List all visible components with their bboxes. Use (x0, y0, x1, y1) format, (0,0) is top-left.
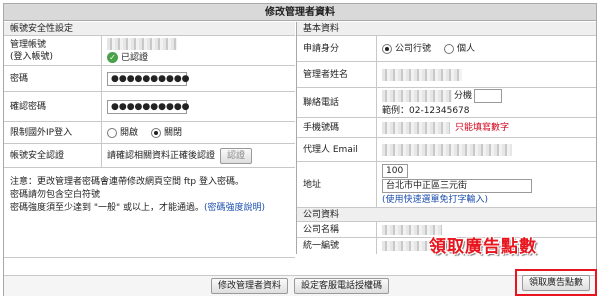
manager-name-input[interactable] (382, 68, 462, 81)
password-label: 密碼 (4, 66, 102, 91)
ad-points-highlight: 領取廣告點數 (515, 269, 597, 296)
restrict-ip-off-radio[interactable]: 關閉 (151, 127, 182, 139)
confirm-password-input[interactable]: ●●●●●●●●●● (107, 99, 190, 114)
support-auth-button[interactable]: 設定客服電話授權碼 (294, 278, 390, 294)
password-strength-link[interactable]: (密碼強度說明) (204, 203, 265, 213)
password-row: 密碼 ●●●●●●●●●● (4, 66, 295, 92)
radio-icon (107, 127, 117, 138)
agent-email-input[interactable] (382, 143, 512, 156)
phone-input[interactable] (382, 89, 452, 102)
ext-input[interactable] (474, 88, 503, 103)
phone-label: 聯絡電話 (297, 88, 377, 117)
security-section-title: 帳號安全性設定 (4, 22, 295, 36)
agent-email-label: 代理人 Email (297, 138, 377, 161)
mobile-label: 手機號碼 (297, 118, 377, 137)
password-input[interactable]: ●●●●●●●●●● (107, 71, 190, 86)
mobile-input[interactable] (382, 121, 450, 134)
company-name-label: 公司名稱 (297, 222, 377, 237)
identity-personal-radio[interactable]: 個人 (444, 43, 475, 55)
password-notes: 注意：更改管理者密碼會連帶修改網頁空間 ftp 登入密碼。 密碼請勿包含空白符號… (4, 168, 295, 258)
page-title: 修改管理者資料 (4, 4, 596, 21)
ext-label: 分機 (454, 90, 473, 101)
account-label: 管理帳號 (登入帳號) (4, 36, 102, 65)
action-bar: 修改管理者資料 設定客服電話授權碼 (4, 275, 596, 296)
note-line-2: 密碼請勿包含空白符號 (10, 190, 101, 200)
ad-points-button[interactable]: 領取廣告點數 (521, 274, 590, 291)
manager-name-row: 管理者姓名 (297, 62, 596, 88)
account-value-redacted (107, 37, 177, 50)
identity-row: 申請身分 公司行號 個人 (297, 36, 596, 62)
zip-input[interactable]: 100 (382, 163, 408, 178)
address-row: 地址 100 台北市中正區三元街 (使用快速選單免打字輸入) (297, 162, 596, 208)
radio-selected-icon (151, 127, 162, 138)
account-status: 已認證 (121, 52, 149, 63)
security-auth-label: 帳號安全認證 (4, 144, 102, 167)
verify-button[interactable]: 認證 (220, 147, 253, 164)
radio-selected-icon (382, 43, 392, 54)
address-quick-select-link[interactable]: (使用快速選單免打字輸入) (382, 194, 488, 206)
account-label-line1: 管理帳號 (10, 39, 47, 50)
identity-company-radio[interactable]: 公司行號 (382, 43, 431, 55)
manager-name-label: 管理者姓名 (297, 62, 377, 87)
note-line-1: 注意：更改管理者密碼會連帶修改網頁空間 ftp 登入密碼。 (10, 177, 244, 187)
mobile-hint: 只能填寫數字 (455, 122, 510, 133)
phone-row: 聯絡電話 分機 範例：02-12345678 (297, 88, 596, 118)
save-manager-button[interactable]: 修改管理者資料 (210, 278, 288, 294)
confirm-password-row: 確認密碼 ●●●●●●●●●● (4, 92, 295, 122)
company-section-title: 公司資料 (297, 208, 596, 222)
radio-icon (444, 43, 455, 54)
security-auth-row: 帳號安全認證 請確認相關資料正確後認證 認證 (4, 144, 295, 168)
restrict-ip-on-radio[interactable]: 開啟 (107, 127, 138, 139)
security-auth-text: 請確認相關資料正確後認證 (107, 150, 216, 161)
agent-email-row: 代理人 Email (297, 138, 596, 162)
restrict-ip-row: 限制國外IP登入 開啟 關閉 (4, 122, 295, 144)
phone-example: 範例：02-12345678 (382, 105, 470, 116)
address-input[interactable]: 台北市中正區三元街 (382, 178, 532, 193)
tax-id-label: 統一編號 (297, 238, 377, 254)
promo-callout-text: 領取廣告點數 (429, 237, 537, 257)
verified-check-icon: ✓ (107, 52, 118, 63)
basic-info-section-title: 基本資料 (297, 22, 596, 36)
mobile-row: 手機號碼 只能填寫數字 (297, 118, 596, 138)
identity-label: 申請身分 (297, 36, 377, 61)
account-row: 管理帳號 (登入帳號) ✓ 已認證 (4, 36, 295, 66)
account-label-line2: (登入帳號) (10, 51, 54, 62)
basic-info-panel: 基本資料 申請身分 公司行號 個人 管理者姓名 聯絡電話 分機 範例：02-12… (296, 22, 596, 254)
restrict-ip-label: 限制國外IP登入 (4, 122, 102, 143)
address-label: 地址 (297, 162, 377, 207)
security-settings-panel: 帳號安全性設定 管理帳號 (登入帳號) ✓ 已認證 密碼 ●●●●●●●●●● … (4, 22, 295, 258)
note-line-3: 密碼強度須至少達到 "一般" 或以上，才能通過。 (10, 203, 205, 213)
confirm-password-label: 確認密碼 (4, 92, 102, 121)
